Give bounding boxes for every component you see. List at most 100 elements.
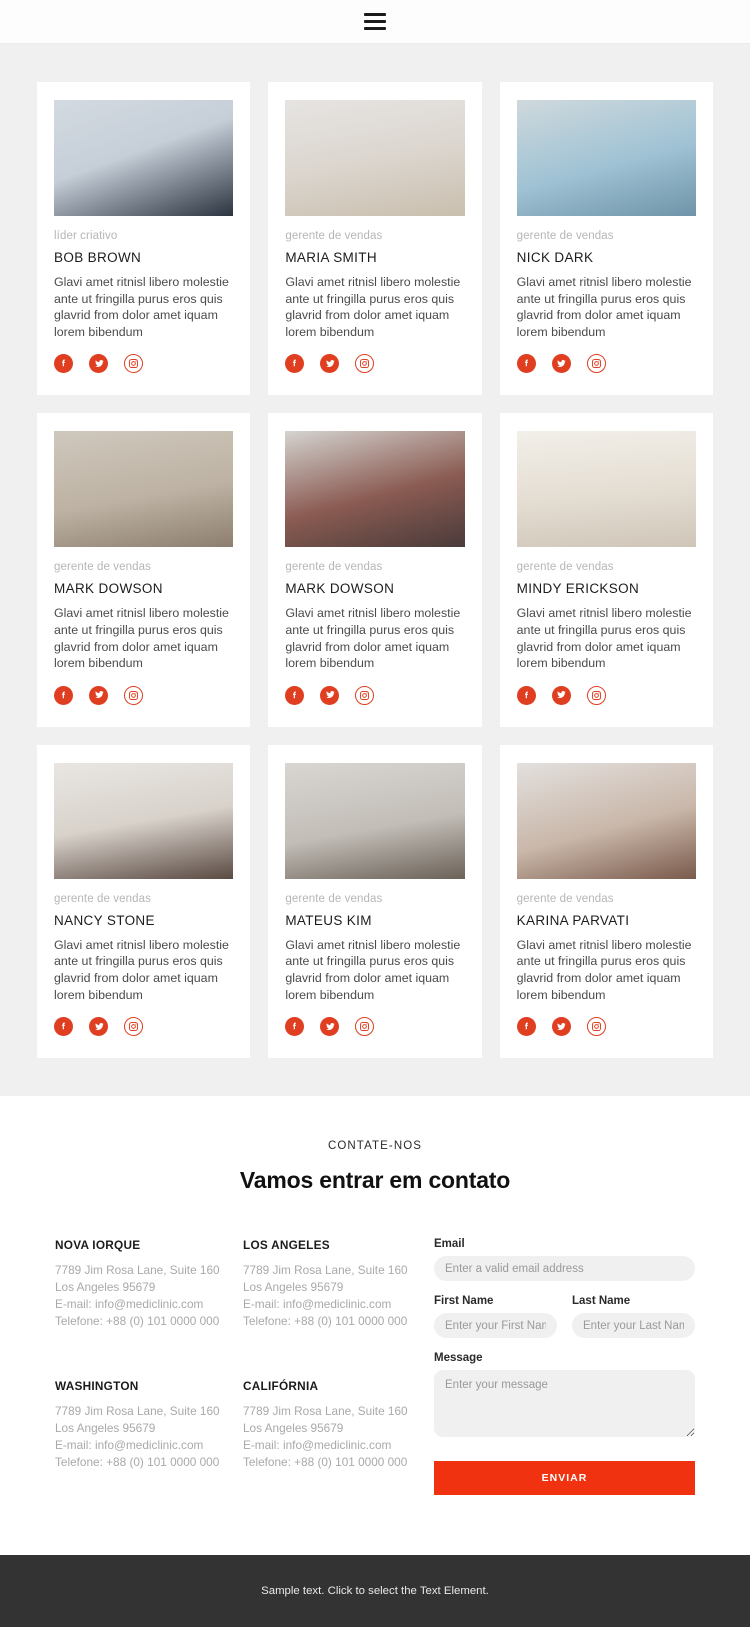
facebook-icon[interactable]: [516, 685, 536, 705]
photo-image: [516, 100, 696, 216]
facebook-icon[interactable]: [516, 354, 536, 374]
office-details: 7789 Jim Rosa Lane, Suite 160 Los Angeles…: [243, 1262, 411, 1330]
woman-at-desk-office: [516, 431, 696, 548]
hamburger-menu-icon[interactable]: [364, 13, 386, 30]
photo-image: [285, 431, 465, 548]
portrait-blonde-woman: [285, 100, 465, 216]
instagram-icon[interactable]: [586, 1017, 606, 1037]
email-label: Email: [434, 1238, 465, 1251]
member-description: Glavi amet ritnisl libero molestie ante …: [54, 606, 229, 671]
facebook-icon[interactable]: [54, 354, 73, 374]
last-name-label: Last Name: [572, 1295, 631, 1308]
instagram-icon[interactable]: [355, 1017, 375, 1037]
team-member-card: líder criativo BOB BROWN Glavi amet ritnis…: [37, 82, 251, 396]
message-field[interactable]: [434, 1370, 695, 1438]
member-name: MATEUS KIM: [285, 912, 372, 928]
instagram-icon[interactable]: [586, 685, 606, 705]
contact-eyebrow: CONTATE-NOS: [327, 1140, 423, 1153]
office-title: CALIFÓRNIA: [243, 1378, 319, 1393]
twitter-icon[interactable]: [320, 354, 340, 374]
first-name-group: First Name: [434, 1295, 557, 1339]
facebook-icon[interactable]: [54, 1017, 73, 1037]
twitter-icon[interactable]: [320, 685, 340, 705]
team-member-card: gerente de vendas NICK DARK Glavi amet rit…: [499, 82, 713, 396]
team-grid: líder criativo BOB BROWN Glavi amet ritnis…: [37, 82, 713, 1059]
office-details: 7789 Jim Rosa Lane, Suite 160 Los Angeles…: [55, 1403, 223, 1471]
member-name: MARK DOWSON: [54, 581, 163, 597]
twitter-icon[interactable]: [89, 1017, 108, 1037]
member-description: Glavi amet ritnisl libero molestie ante …: [285, 606, 461, 671]
photo-image: [54, 100, 234, 216]
office-address: 7789 Jim Rosa Lane, Suite 160: [243, 1403, 408, 1418]
team-member-card: gerente de vendas NANCY STONE Glavi amet r…: [37, 744, 251, 1059]
first-name-field[interactable]: [434, 1313, 557, 1339]
contact-headline: Vamos entrar em contato: [239, 1167, 511, 1194]
photo-image: [54, 762, 234, 879]
twitter-icon[interactable]: [320, 1017, 340, 1037]
office-phone: Telefone: +88 (0) 101 0000 000: [243, 1454, 408, 1469]
member-role: gerente de vendas: [516, 230, 614, 242]
office-city: Los Angeles 95679: [243, 1280, 344, 1295]
office-title: WASHINGTON: [55, 1378, 139, 1393]
office-block: NOVA IORQUE 7789 Jim Rosa Lane, Suite 160…: [55, 1238, 223, 1355]
office-city: Los Angeles 95679: [55, 1280, 156, 1295]
photo-image: [54, 431, 234, 548]
member-role: gerente de vendas: [516, 561, 614, 574]
member-description: Glavi amet ritnisl libero molestie ante …: [516, 937, 692, 1002]
facebook-icon[interactable]: [54, 685, 73, 705]
instagram-icon[interactable]: [586, 354, 606, 374]
team-member-card: gerente de vendas MARK DOWSON Glavi amet r…: [268, 413, 482, 727]
member-social-links: [285, 1017, 464, 1037]
facebook-icon[interactable]: [285, 685, 305, 705]
member-social-links: [54, 685, 233, 705]
facebook-icon[interactable]: [285, 1017, 305, 1037]
footer-text[interactable]: Sample text. Click to select the Text El…: [261, 1585, 489, 1597]
member-role: gerente de vendas: [54, 561, 151, 574]
member-name: NANCY STONE: [54, 912, 155, 928]
portrait-bearded-man: [516, 100, 696, 216]
twitter-icon[interactable]: [89, 685, 108, 705]
portrait-smiling-man-grey-shirt: [285, 762, 465, 879]
twitter-icon[interactable]: [551, 354, 571, 374]
portrait-brunette-woman: [516, 762, 696, 879]
submit-button[interactable]: ENVIAR: [434, 1461, 695, 1496]
office-details: 7789 Jim Rosa Lane, Suite 160 Los Angeles…: [55, 1262, 223, 1330]
member-name: BOB BROWN: [54, 250, 142, 265]
twitter-icon[interactable]: [551, 1017, 571, 1037]
team-member-card: gerente de vendas KARINA PARVATI Glavi ame…: [499, 744, 713, 1059]
site-footer: Sample text. Click to select the Text El…: [0, 1555, 750, 1627]
facebook-icon[interactable]: [285, 354, 305, 374]
contact-body: NOVA IORQUE 7789 Jim Rosa Lane, Suite 160…: [55, 1238, 695, 1496]
twitter-icon[interactable]: [89, 354, 108, 374]
member-social-links: [54, 354, 233, 374]
photo-image: [516, 762, 696, 879]
member-description: Glavi amet ritnisl libero molestie ante …: [516, 275, 692, 339]
member-social-links: [285, 685, 464, 705]
contact-section: CONTATE-NOS Vamos entrar em contato NOVA…: [0, 1096, 750, 1556]
team-member-card: gerente de vendas MINDY ERICKSON Glavi ame…: [499, 413, 713, 727]
instagram-icon[interactable]: [124, 685, 143, 705]
member-name: NICK DARK: [516, 250, 594, 265]
member-description: Glavi amet ritnisl libero molestie ante …: [285, 275, 461, 339]
member-role: líder criativo: [54, 230, 118, 242]
name-fields-row: First Name Last Name: [434, 1295, 695, 1339]
member-social-links: [54, 1017, 233, 1037]
twitter-icon[interactable]: [551, 685, 571, 705]
last-name-field[interactable]: [572, 1313, 695, 1339]
instagram-icon[interactable]: [355, 685, 375, 705]
member-description: Glavi amet ritnisl libero molestie ante …: [516, 606, 692, 671]
member-role: gerente de vendas: [54, 892, 151, 905]
instagram-icon[interactable]: [124, 354, 143, 374]
member-role: gerente de vendas: [285, 892, 383, 905]
portrait-man-plaid-shirt: [285, 431, 465, 548]
team-member-card: gerente de vendas MARK DOWSON Glavi amet r…: [37, 413, 251, 727]
instagram-icon[interactable]: [355, 354, 375, 374]
facebook-icon[interactable]: [516, 1017, 536, 1037]
member-name: MARK DOWSON: [285, 581, 395, 597]
first-name-label: First Name: [434, 1295, 494, 1308]
burger-bar: [364, 20, 386, 23]
portrait-young-man-hoodie: [54, 431, 234, 548]
team-member-card: gerente de vendas MATEUS KIM Glavi amet ri…: [268, 744, 482, 1059]
email-field[interactable]: [434, 1256, 695, 1282]
instagram-icon[interactable]: [124, 1017, 143, 1037]
